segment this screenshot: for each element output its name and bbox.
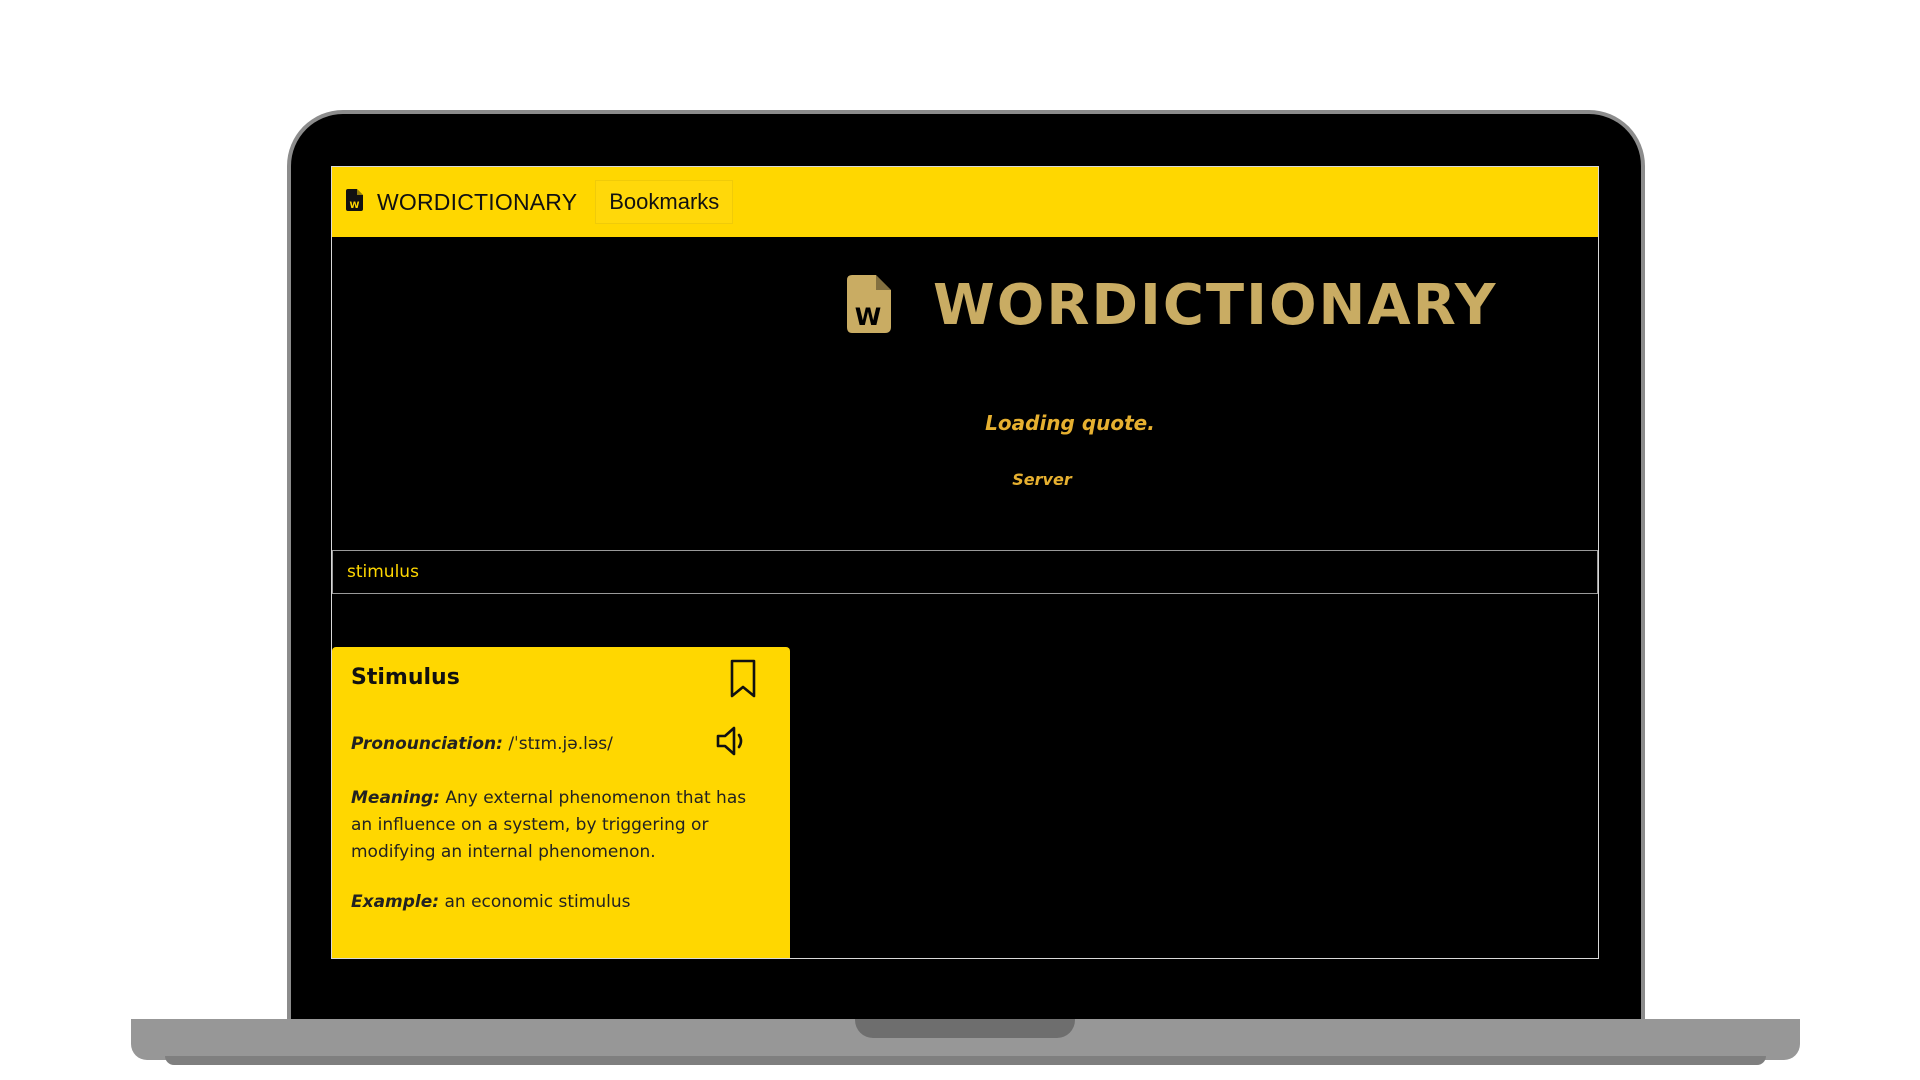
quote-text: Loading quote.	[985, 411, 1155, 435]
speaker-icon	[714, 726, 750, 763]
meaning-label: Meaning:	[351, 788, 440, 808]
meaning: Meaning: Any external phenomenon that ha…	[351, 785, 771, 866]
search-input[interactable]	[332, 550, 1598, 594]
nav-bookmarks-link[interactable]: Bookmarks	[595, 180, 734, 224]
laptop-notch	[855, 1019, 1075, 1038]
laptop-base-shadow	[165, 1056, 1766, 1065]
example-value: an economic stimulus	[444, 892, 631, 912]
play-pronunciation-button[interactable]	[714, 723, 750, 759]
pronunciation-value: /ˈstɪm.jə.ləs/	[508, 734, 613, 754]
word-title: Stimulus	[351, 665, 460, 690]
example-label: Example:	[351, 892, 440, 912]
hero-logo: W WORDICTIONARY	[847, 273, 1497, 338]
pronunciation-label: Pronounciation:	[351, 734, 503, 754]
bookmark-button[interactable]	[726, 658, 760, 700]
word-card: Stimulus Pronounciation: /ˈstɪm.jə.ləs/ …	[332, 647, 790, 958]
pronunciation: Pronounciation: /ˈstɪm.jə.ləs/	[351, 734, 613, 754]
hero-title: WORDICTIONARY	[933, 273, 1498, 338]
svg-text:W: W	[350, 201, 360, 211]
quote-author: Server	[1012, 470, 1072, 489]
example: Example: an economic stimulus	[351, 892, 630, 912]
navbar: W WORDICTIONARY Bookmarks	[332, 167, 1598, 237]
app-screen: W WORDICTIONARY Bookmarks W WORDICTIONAR…	[331, 166, 1599, 959]
bookmark-icon	[726, 659, 760, 704]
word-file-icon: W	[847, 274, 891, 337]
word-file-icon: W	[346, 189, 363, 215]
svg-text:W: W	[855, 303, 881, 331]
brand-link[interactable]: W WORDICTIONARY	[346, 189, 577, 216]
brand-name: WORDICTIONARY	[377, 188, 578, 215]
